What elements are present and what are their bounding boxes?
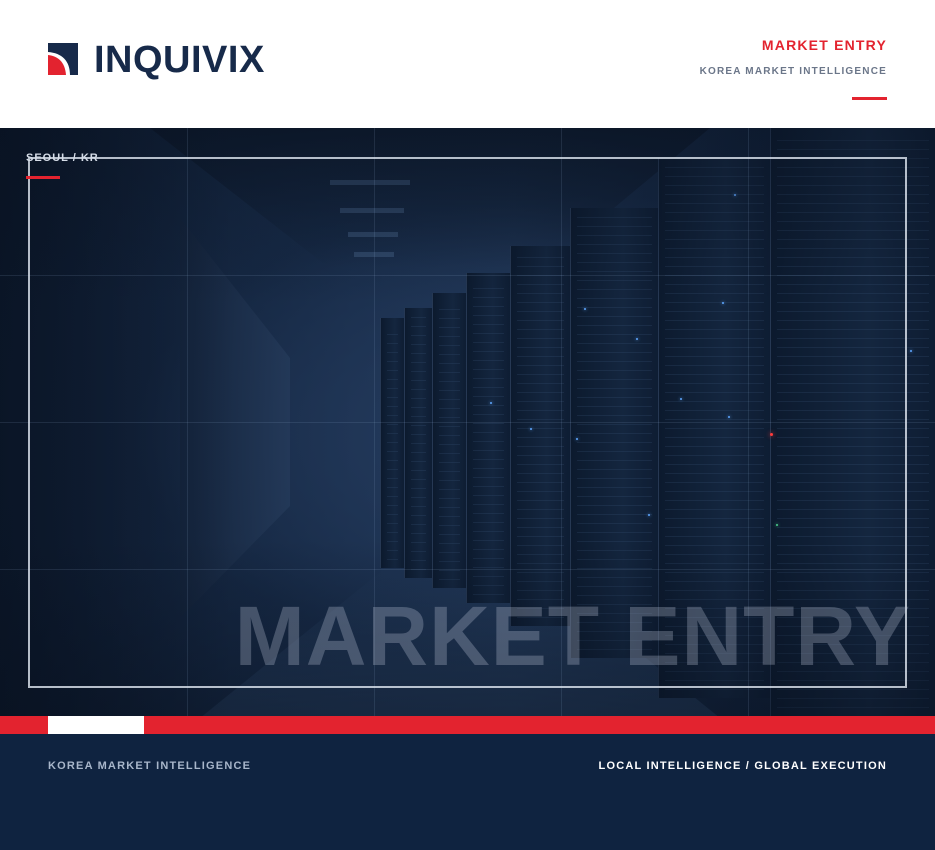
footer-left-text: KOREA MARKET INTELLIGENCE xyxy=(48,760,252,772)
hero-watermark: MARKET ENTRY xyxy=(234,589,911,683)
header-heading: MARKET ENTRY KOREA MARKET INTELLIGENCE xyxy=(700,36,887,79)
location-tag: SEOUL / KR xyxy=(26,152,99,164)
logo-mark-icon xyxy=(48,43,78,75)
hero-image: SEOUL / KR MARKET ENTRY xyxy=(0,128,935,716)
logo-text: INQUIVIX xyxy=(94,39,265,81)
header-subtitle: KOREA MARKET INTELLIGENCE xyxy=(699,66,887,77)
location-accent-bar xyxy=(26,176,60,179)
header-accent-bar xyxy=(852,97,887,100)
footer: KOREA MARKET INTELLIGENCE LOCAL INTELLIG… xyxy=(0,734,935,850)
inquivix-logo[interactable]: INQUIVIX xyxy=(48,40,278,80)
header-title: MARKET ENTRY xyxy=(761,37,887,53)
accent-stripe-segment xyxy=(48,716,144,734)
header: INQUIVIX MARKET ENTRY KOREA MARKET INTEL… xyxy=(0,0,935,128)
footer-tagline: LOCAL INTELLIGENCE / GLOBAL EXECUTION xyxy=(598,760,887,772)
